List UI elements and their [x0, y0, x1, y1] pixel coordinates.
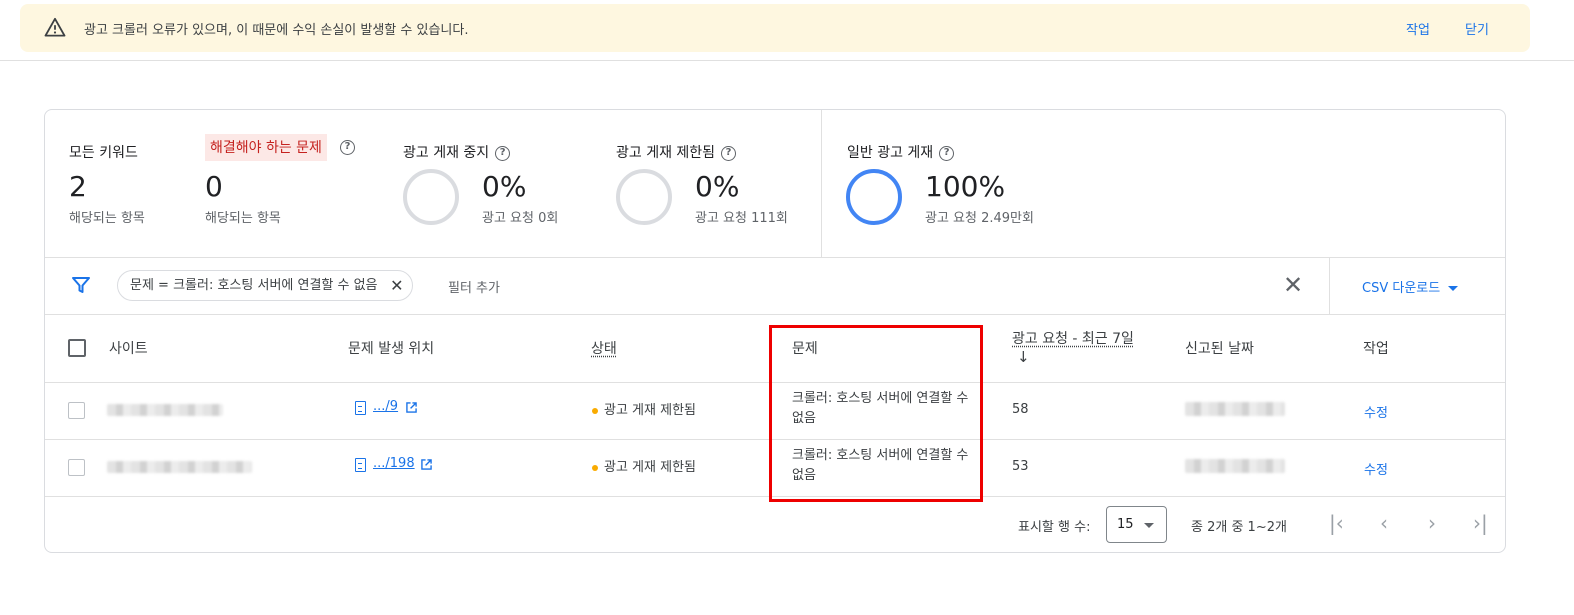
status-dot [592, 464, 598, 471]
requests-value: 58 [1012, 402, 1029, 417]
highlight-box [769, 325, 983, 502]
open-in-new-icon[interactable] [406, 402, 417, 413]
stat-stopped-sub: 광고 요청 0회 [482, 211, 559, 226]
stat-issues-sub: 해당되는 항목 [205, 211, 281, 226]
stat-normal-ring [846, 169, 902, 225]
col-requests[interactable]: 광고 요청 - 최근 7일 [1012, 328, 1134, 348]
stat-limited-label: 광고 게재 제한됨? [616, 142, 737, 162]
sort-arrow-down-icon[interactable]: ↓ [1017, 348, 1030, 366]
filter-icon[interactable] [71, 275, 91, 295]
last-page-icon[interactable]: ›| [1473, 512, 1488, 534]
filter-divider [1329, 257, 1330, 314]
row-checkbox[interactable] [68, 459, 85, 476]
csv-download-button[interactable]: CSV 다운로드 [1362, 277, 1459, 296]
rows-per-page-value: 15 [1117, 517, 1134, 532]
stat-all-keywords-value: 2 [69, 170, 87, 203]
first-page-icon[interactable]: |‹ [1329, 512, 1344, 534]
col-site[interactable]: 사이트 [109, 338, 148, 358]
reported-date-redacted [1185, 402, 1285, 416]
prev-page-icon[interactable]: ‹ [1380, 512, 1388, 534]
stat-limited-label-text: 광고 게재 제한됨 [616, 145, 716, 161]
help-circle-icon[interactable]: ? [340, 140, 355, 155]
banner-close-link[interactable]: 닫기 [1465, 19, 1489, 38]
stat-all-keywords-label: 모든 키워드 [69, 145, 138, 161]
site-name-redacted [107, 404, 223, 416]
document-icon [355, 458, 366, 472]
help-circle-icon[interactable]: ? [495, 145, 511, 161]
page-range-label: 종 2개 중 1~2개 [1191, 520, 1287, 535]
requests-value: 53 [1012, 459, 1029, 474]
next-page-icon[interactable]: › [1428, 512, 1436, 534]
banner-action-link[interactable]: 작업 [1406, 19, 1430, 38]
stats-divider [821, 110, 822, 257]
add-filter-input[interactable]: 필터 추가 [448, 277, 500, 296]
location-link[interactable]: .../198 [373, 456, 415, 471]
stat-normal-label-text: 일반 광고 게재 [847, 145, 934, 161]
col-reported[interactable]: 신고된 날짜 [1185, 338, 1254, 358]
stat-stopped-ring [403, 169, 459, 225]
rows-per-page-select[interactable]: 15 [1106, 506, 1167, 543]
chevron-down-icon [1144, 523, 1154, 528]
stat-stopped-label-text: 광고 게재 중지 [403, 145, 490, 161]
edit-link[interactable]: 수정 [1364, 402, 1388, 421]
reported-date-redacted [1185, 459, 1285, 473]
stat-normal-sub: 광고 요청 2.49만회 [925, 211, 1034, 226]
col-action: 작업 [1363, 341, 1389, 357]
clear-filters-icon[interactable]: ✕ [1283, 270, 1303, 300]
col-status[interactable]: 상태 [591, 338, 617, 358]
banner-message: 광고 크롤러 오류가 있으며, 이 때문에 수익 손실이 발생할 수 있습니다. [84, 23, 469, 38]
stats-bottom-divider [45, 257, 1505, 258]
help-circle-icon[interactable]: ? [721, 145, 737, 161]
stat-stopped-value: 0% [482, 170, 527, 203]
status-label: 광고 게재 제한됨 [592, 399, 696, 418]
stat-stopped-label: 광고 게재 중지? [403, 142, 511, 162]
warning-banner: 광고 크롤러 오류가 있으며, 이 때문에 수익 손실이 발생할 수 있습니다.… [20, 4, 1530, 52]
row-checkbox[interactable] [68, 402, 85, 419]
filter-chip[interactable]: 문제 = 크롤러: 호스팅 서버에 연결할 수 없음 ✕ [117, 270, 413, 301]
stat-issues-label[interactable]: 해결해야 하는 문제 [205, 134, 327, 161]
stat-limited-sub: 광고 요청 111회 [695, 211, 788, 226]
status-dot [592, 407, 598, 414]
stat-limited-value: 0% [695, 170, 740, 203]
stat-limited-ring [616, 169, 672, 225]
status-text: 광고 게재 제한됨 [604, 460, 696, 475]
warning-triangle-icon [44, 17, 66, 37]
document-icon [355, 401, 366, 415]
close-icon[interactable]: ✕ [390, 271, 403, 300]
filter-chip-label: 문제 = 크롤러: 호스팅 서버에 연결할 수 없음 [130, 278, 378, 293]
stat-issues-value: 0 [205, 170, 223, 203]
col-location[interactable]: 문제 발생 위치 [348, 338, 434, 358]
header-divider [0, 60, 1574, 61]
status-text: 광고 게재 제한됨 [604, 403, 696, 418]
issues-card: 모든 키워드 2 해당되는 항목 해결해야 하는 문제 ? 0 해당되는 항목 … [44, 109, 1506, 553]
chevron-down-icon [1448, 286, 1459, 291]
help-circle-icon[interactable]: ? [939, 145, 955, 161]
select-all-checkbox[interactable] [68, 339, 86, 357]
stat-normal-value: 100% [925, 170, 1006, 203]
open-in-new-icon[interactable] [421, 459, 432, 470]
stat-normal-label: 일반 광고 게재? [847, 142, 955, 162]
stat-all-keywords-sub: 해당되는 항목 [69, 211, 145, 226]
edit-link[interactable]: 수정 [1364, 459, 1388, 478]
csv-download-label: CSV 다운로드 [1362, 281, 1441, 296]
rows-per-page-label: 표시할 행 수: [1018, 520, 1091, 535]
status-label: 광고 게재 제한됨 [592, 456, 696, 475]
location-link[interactable]: .../9 [373, 399, 398, 414]
filter-bottom-divider [45, 314, 1505, 315]
site-name-redacted [107, 461, 252, 473]
